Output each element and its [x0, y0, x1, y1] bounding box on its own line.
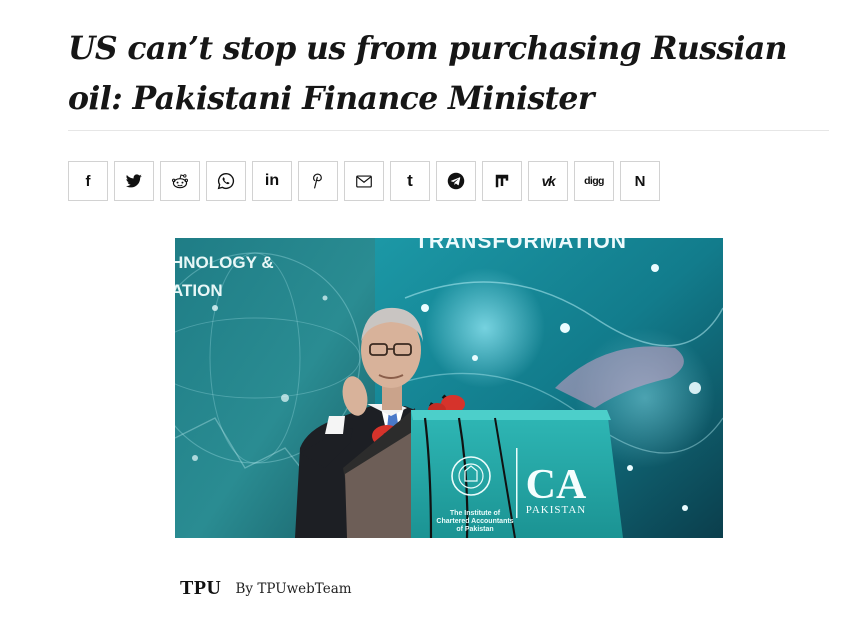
podium-logo-sub: PAKISTAN: [526, 504, 587, 516]
share-telegram-button[interactable]: [436, 161, 476, 201]
share-tumblr-button[interactable]: t: [390, 161, 430, 201]
site-logo[interactable]: TPU: [180, 577, 222, 600]
podium-text-institute: The Institute of: [450, 510, 501, 517]
hero-image: HNOLOGY & ATION TRANSFORMATION The Insti…: [175, 238, 723, 538]
newsvine-icon: N: [634, 172, 646, 190]
mix-icon: [495, 174, 509, 188]
pinterest-icon: [313, 173, 322, 189]
share-email-button[interactable]: [344, 161, 384, 201]
share-pinterest-button[interactable]: [298, 161, 338, 201]
share-mix-button[interactable]: [482, 161, 522, 201]
byline-text: By TPUwebTeam: [236, 581, 352, 597]
share-vk-button[interactable]: vk: [528, 161, 568, 201]
facebook-icon: f: [85, 172, 91, 190]
reddit-icon: [171, 174, 189, 189]
share-bar: f in t vk digg N: [68, 161, 660, 201]
share-whatsapp-button[interactable]: [206, 161, 246, 201]
author-link[interactable]: TPUwebTeam: [257, 581, 351, 597]
byline: TPU By TPUwebTeam: [180, 577, 352, 600]
share-newsvine-button[interactable]: N: [620, 161, 660, 201]
podium-logo-ca: CA: [526, 462, 587, 508]
digg-icon: digg: [584, 175, 604, 187]
backdrop-text-ation: ATION: [175, 281, 223, 300]
twitter-icon: [126, 174, 142, 188]
backdrop-text-transformation: TRANSFORMATION: [415, 238, 627, 253]
share-linkedin-button[interactable]: in: [252, 161, 292, 201]
share-reddit-button[interactable]: [160, 161, 200, 201]
podium-text-chartered: Chartered Accountants: [436, 518, 513, 525]
vk-icon: vk: [541, 173, 556, 189]
byline-by: By: [235, 580, 254, 597]
share-facebook-button[interactable]: f: [68, 161, 108, 201]
share-digg-button[interactable]: digg: [574, 161, 614, 201]
title-divider: [68, 130, 829, 131]
backdrop-text-technology: HNOLOGY &: [175, 253, 274, 272]
tumblr-icon: t: [407, 171, 413, 190]
article-title: US can’t stop us from purchasing Russian…: [68, 30, 788, 117]
share-twitter-button[interactable]: [114, 161, 154, 201]
email-icon: [356, 174, 372, 188]
whatsapp-icon: [217, 172, 235, 190]
podium-text-pakistan: of Pakistan: [456, 526, 493, 533]
telegram-icon: [447, 172, 465, 190]
linkedin-icon: in: [264, 172, 280, 189]
